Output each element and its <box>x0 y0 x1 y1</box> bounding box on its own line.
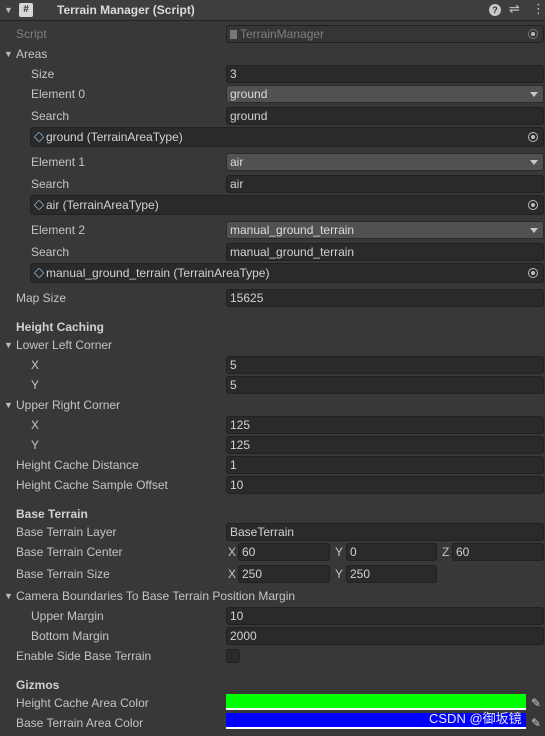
size-y-label: Y <box>335 567 344 581</box>
element-0-value: ground <box>230 87 268 101</box>
element-1-value: air <box>230 155 244 169</box>
upper-right-x-label: X <box>31 418 40 432</box>
enable-side-base-terrain-checkbox[interactable] <box>226 649 240 663</box>
upper-margin-label: Upper Margin <box>31 609 104 623</box>
chevron-down-icon <box>530 92 538 97</box>
element-0-object-field[interactable]: ground (TerrainAreaType) <box>30 127 544 147</box>
height-cache-color-swatch[interactable] <box>226 694 526 710</box>
lower-left-foldout-icon[interactable]: ▼ <box>4 340 13 350</box>
script-label: Script <box>16 27 47 41</box>
bottom-margin-label: Bottom Margin <box>31 629 110 643</box>
size-x-label: X <box>228 567 237 581</box>
element-2-object-field[interactable]: manual_ground_terrain (TerrainAreaType) <box>30 263 544 283</box>
chevron-down-icon <box>530 228 538 233</box>
lower-left-x-field[interactable]: 5 <box>226 356 544 374</box>
element-2-search-label: Search <box>31 245 70 259</box>
gizmos-header: Gizmos <box>16 678 60 692</box>
height-cache-distance-label: Height Cache Distance <box>16 458 139 472</box>
enable-side-base-terrain-label: Enable Side Base Terrain <box>16 649 152 663</box>
lower-left-label[interactable]: Lower Left Corner <box>16 336 112 354</box>
eyedropper-icon[interactable]: ✎ <box>529 696 543 710</box>
bottom-margin-field[interactable]: 2000 <box>226 627 544 645</box>
element-1-search-label: Search <box>31 177 70 191</box>
more-options-icon[interactable]: ⋮ <box>532 1 545 17</box>
height-cache-sample-offset-field[interactable]: 10 <box>226 476 544 494</box>
upper-margin-field[interactable]: 10 <box>226 607 544 625</box>
height-cache-area-color-label: Height Cache Area Color <box>16 696 149 710</box>
lower-left-y-field[interactable]: 5 <box>226 376 544 394</box>
element-0-search-label: Search <box>31 109 70 123</box>
script-field[interactable]: TerrainManager <box>226 25 544 43</box>
scriptable-object-icon <box>33 267 45 279</box>
object-picker-icon[interactable] <box>528 132 538 142</box>
element-1-object-ref: air (TerrainAreaType) <box>46 198 159 212</box>
center-x-field[interactable]: 60 <box>238 543 330 561</box>
center-y-label: Y <box>335 545 344 559</box>
script-file-icon <box>230 30 237 39</box>
center-z-field[interactable]: 60 <box>452 543 544 561</box>
map-size-field[interactable]: 15625 <box>226 289 544 307</box>
element-0-dropdown[interactable]: ground <box>226 85 544 103</box>
element-2-object-ref: manual_ground_terrain (TerrainAreaType) <box>46 266 270 280</box>
base-terrain-header: Base Terrain <box>16 507 88 521</box>
help-icon[interactable]: ? <box>489 4 501 16</box>
center-x-label: X <box>228 545 237 559</box>
eyedropper-icon[interactable]: ✎ <box>529 716 543 730</box>
camera-boundaries-foldout-icon[interactable]: ▼ <box>4 591 13 601</box>
element-0-label: Element 0 <box>31 87 86 101</box>
base-terrain-layer-field[interactable]: BaseTerrain <box>226 523 544 541</box>
center-y-field[interactable]: 0 <box>346 543 437 561</box>
watermark: CSDN @御坂镜 <box>429 711 522 726</box>
element-0-search-field[interactable]: ground <box>226 107 544 125</box>
height-cache-sample-offset-label: Height Cache Sample Offset <box>16 478 168 492</box>
upper-right-foldout-icon[interactable]: ▼ <box>4 400 13 410</box>
base-terrain-area-color-label: Base Terrain Area Color <box>16 716 144 730</box>
upper-right-x-field[interactable]: 125 <box>226 416 544 434</box>
camera-boundaries-label[interactable]: Camera Boundaries To Base Terrain Positi… <box>16 587 295 605</box>
script-value: TerrainManager <box>240 27 325 41</box>
upper-right-y-field[interactable]: 125 <box>226 436 544 454</box>
size-label: Size <box>31 67 55 81</box>
lower-left-y-label: Y <box>31 378 40 392</box>
center-z-label: Z <box>442 545 450 559</box>
object-picker-icon[interactable] <box>528 268 538 278</box>
element-1-search-field[interactable]: air <box>226 175 544 193</box>
size-y-field[interactable]: 250 <box>346 565 437 583</box>
element-0-object-ref: ground (TerrainAreaType) <box>46 130 183 144</box>
base-terrain-size-label: Base Terrain Size <box>16 567 110 581</box>
presets-icon[interactable]: ⇌ <box>509 1 520 17</box>
size-x-field[interactable]: 250 <box>238 565 330 583</box>
height-caching-header: Height Caching <box>16 320 105 334</box>
collapse-arrow-icon[interactable]: ▼ <box>4 5 13 15</box>
object-picker-icon[interactable] <box>528 29 538 39</box>
script-component-icon: # <box>19 3 33 17</box>
scriptable-object-icon <box>33 199 45 211</box>
base-terrain-center-label: Base Terrain Center <box>16 545 123 559</box>
element-1-object-field[interactable]: air (TerrainAreaType) <box>30 195 544 215</box>
element-2-dropdown[interactable]: manual_ground_terrain <box>226 221 544 239</box>
element-1-label: Element 1 <box>31 155 86 169</box>
upper-right-y-label: Y <box>31 438 40 452</box>
element-2-label: Element 2 <box>31 223 86 237</box>
height-cache-distance-field[interactable]: 1 <box>226 456 544 474</box>
areas-foldout-icon[interactable]: ▼ <box>4 49 13 59</box>
upper-right-label[interactable]: Upper Right Corner <box>16 396 120 414</box>
element-1-dropdown[interactable]: air <box>226 153 544 171</box>
map-size-label: Map Size <box>16 291 67 305</box>
element-2-value: manual_ground_terrain <box>230 223 355 237</box>
element-2-search-field[interactable]: manual_ground_terrain <box>226 243 544 261</box>
base-terrain-layer-label: Base Terrain Layer <box>16 525 117 539</box>
size-field[interactable]: 3 <box>226 65 544 83</box>
areas-label[interactable]: Areas <box>16 45 47 63</box>
scriptable-object-icon <box>33 131 45 143</box>
chevron-down-icon <box>530 160 538 165</box>
object-picker-icon[interactable] <box>528 200 538 210</box>
component-title: Terrain Manager (Script) <box>57 3 195 17</box>
lower-left-x-label: X <box>31 358 40 372</box>
